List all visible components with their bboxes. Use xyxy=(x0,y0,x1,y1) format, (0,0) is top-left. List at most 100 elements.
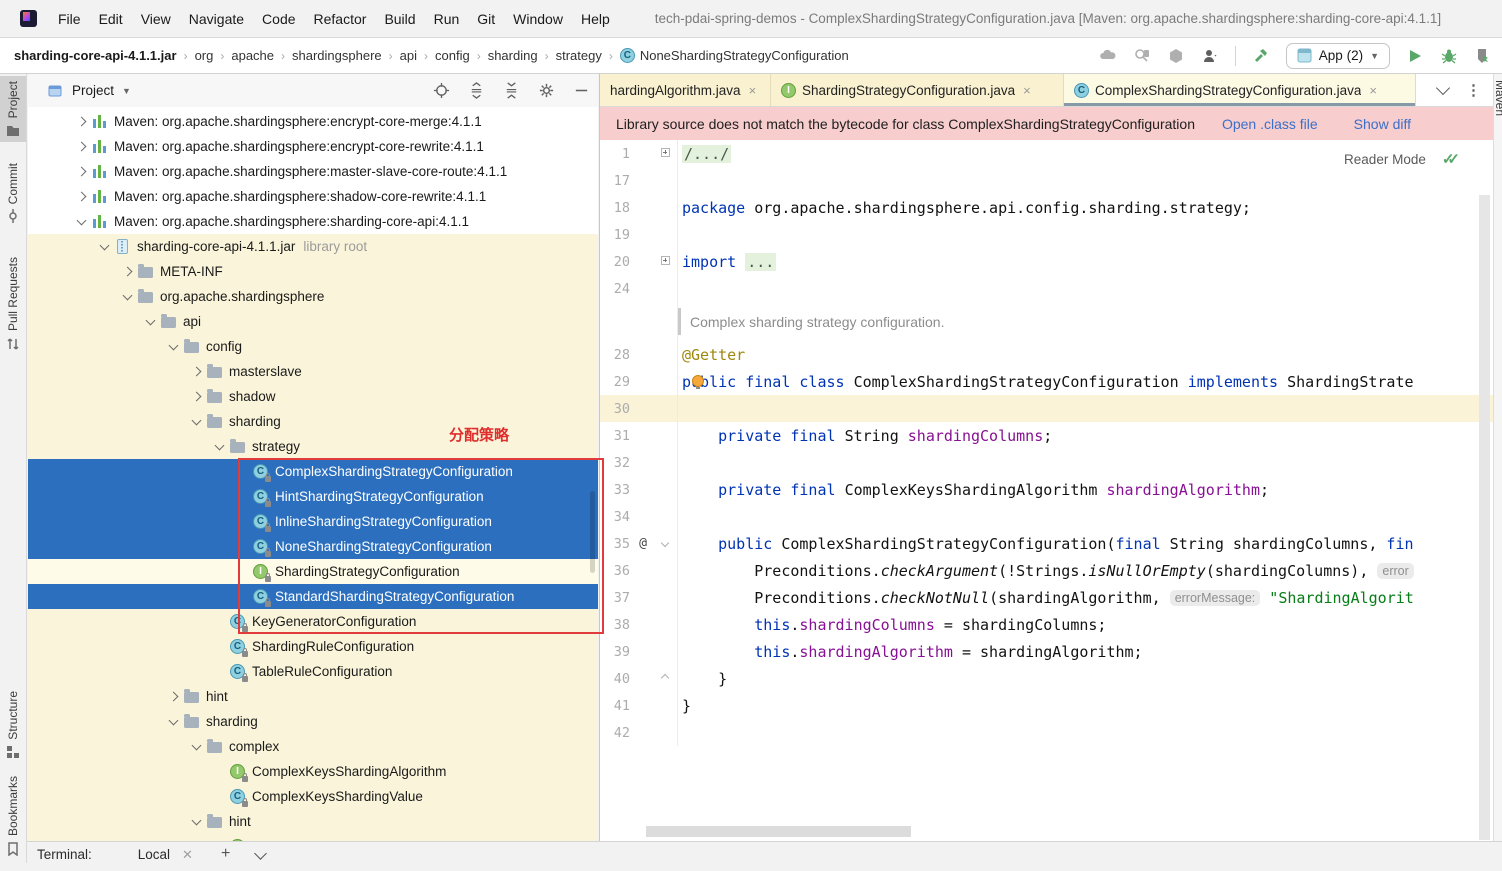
tab-options-icon[interactable]: ⋮ xyxy=(1466,81,1481,99)
tree-item[interactable]: sharding xyxy=(28,709,598,734)
editor-horizontal-scrollbar[interactable] xyxy=(646,826,911,837)
tree-item[interactable]: CKeyGeneratorConfiguration xyxy=(28,609,598,634)
chevron-right-icon[interactable] xyxy=(71,193,91,200)
reader-mode-toggle[interactable]: Reader Mode ✓✓ xyxy=(1340,148,1465,170)
inspections-ok-icon[interactable]: ✓✓ xyxy=(1442,150,1461,168)
tree-item[interactable]: CHintShardingStrategyConfiguration xyxy=(28,484,598,509)
banner-action-open-class-file[interactable]: Open .class file xyxy=(1222,116,1318,132)
breadcrumb-item[interactable]: CNoneShardingStrategyConfiguration xyxy=(620,48,849,63)
editor-tab[interactable]: hardingAlgorithm.java× xyxy=(600,74,771,106)
tree-item[interactable]: CNoneShardingStrategyConfiguration xyxy=(28,534,598,559)
close-icon[interactable]: × xyxy=(749,83,757,98)
settings-icon[interactable] xyxy=(537,82,555,100)
locate-icon[interactable] xyxy=(432,82,450,100)
editor-tab[interactable]: IShardingStrategyConfiguration.java× xyxy=(771,74,1064,106)
menu-file[interactable]: File xyxy=(49,0,90,38)
chevron-right-icon[interactable] xyxy=(71,143,91,150)
tree-item[interactable]: CShardingRuleConfiguration xyxy=(28,634,598,659)
tree-item[interactable]: hint xyxy=(28,684,598,709)
tree-item[interactable]: Maven: org.apache.shardingsphere:encrypt… xyxy=(28,109,598,134)
tree-item[interactable]: Maven: org.apache.shardingsphere:encrypt… xyxy=(28,134,598,159)
chevron-down-icon[interactable]: ▼ xyxy=(122,86,131,96)
menu-code[interactable]: Code xyxy=(253,0,304,38)
tree-item[interactable]: Maven: org.apache.shardingsphere:shadow-… xyxy=(28,184,598,209)
tree-item[interactable]: api xyxy=(28,309,598,334)
close-icon[interactable]: ✕ xyxy=(182,847,193,863)
menu-refactor[interactable]: Refactor xyxy=(305,0,376,38)
tree-item[interactable]: CStandardShardingStrategyConfiguration xyxy=(28,584,598,609)
terminal-tab-local[interactable]: Local xyxy=(138,847,170,862)
chevron-down-icon[interactable] xyxy=(163,720,183,724)
tree-scrollbar[interactable] xyxy=(590,491,595,573)
chevron-right-icon[interactable] xyxy=(186,368,206,375)
breadcrumb-item[interactable]: org xyxy=(195,48,214,63)
expand-all-icon[interactable] xyxy=(467,82,485,100)
tree-item[interactable]: strategy xyxy=(28,434,598,459)
chevron-right-icon[interactable] xyxy=(117,268,137,275)
sidebar-item-structure[interactable]: Structure xyxy=(0,686,26,764)
tree-item[interactable]: hint xyxy=(28,809,598,834)
tree-item[interactable]: IShardingStrategyConfiguration xyxy=(28,559,598,584)
menu-build[interactable]: Build xyxy=(375,0,424,38)
run-button-icon[interactable] xyxy=(1406,47,1424,65)
chevron-right-icon[interactable] xyxy=(186,393,206,400)
tree-item[interactable]: CTableRuleConfiguration xyxy=(28,659,598,684)
tree-item[interactable]: complex xyxy=(28,734,598,759)
breadcrumb-item[interactable]: sharding xyxy=(488,48,538,63)
tree-item[interactable]: IComplexKeysShardingAlgorithm xyxy=(28,759,598,784)
chevron-down-icon[interactable] xyxy=(209,445,229,449)
tree-item[interactable]: sharding-core-api-4.1.1.jarlibrary root xyxy=(28,234,598,259)
editor-vertical-scrollbar[interactable] xyxy=(1479,195,1490,840)
menu-navigate[interactable]: Navigate xyxy=(180,0,253,38)
chevron-down-icon[interactable] xyxy=(186,745,206,749)
chevron-down-icon[interactable] xyxy=(186,820,206,824)
chevron-down-icon[interactable] xyxy=(186,420,206,424)
coverage-button-icon[interactable] xyxy=(1474,47,1492,65)
fold-marker-icon[interactable] xyxy=(656,538,674,549)
banner-action-show-diff[interactable]: Show diff xyxy=(1354,116,1411,132)
menu-git[interactable]: Git xyxy=(468,0,504,38)
breadcrumb-item[interactable]: shardingsphere xyxy=(292,48,382,63)
chevron-down-icon[interactable] xyxy=(140,320,160,324)
code-editor[interactable]: Reader Mode ✓✓ 1/.../1718package org.apa… xyxy=(600,140,1493,840)
fold-marker-icon[interactable] xyxy=(656,673,674,684)
panel-title[interactable]: Project xyxy=(72,83,114,98)
breadcrumb-item[interactable]: config xyxy=(435,48,470,63)
new-terminal-icon[interactable]: + xyxy=(221,847,230,861)
intention-bulb-icon[interactable] xyxy=(692,375,704,387)
tree-item[interactable]: config xyxy=(28,334,598,359)
tree-item[interactable]: IHintShardingAlgorithm xyxy=(28,834,598,841)
tree-item[interactable]: META-INF xyxy=(28,259,598,284)
tree-item[interactable]: shadow xyxy=(28,384,598,409)
sidebar-item-pull-requests[interactable]: Pull Requests xyxy=(0,252,26,356)
tree-item[interactable]: CComplexKeysShardingValue xyxy=(28,784,598,809)
sidebar-item-bookmarks[interactable]: Bookmarks xyxy=(0,774,26,858)
menu-window[interactable]: Window xyxy=(504,0,572,38)
menu-help[interactable]: Help xyxy=(572,0,619,38)
tree-item[interactable]: org.apache.shardingsphere xyxy=(28,284,598,309)
chevron-down-icon[interactable] xyxy=(117,295,137,299)
maven-tool-button[interactable]: Maven xyxy=(1493,80,1502,116)
tree-item[interactable]: masterslave xyxy=(28,359,598,384)
breadcrumb-item[interactable]: apache xyxy=(231,48,274,63)
chevron-down-icon[interactable] xyxy=(94,245,114,249)
reader-mode-label[interactable]: Reader Mode xyxy=(1344,152,1426,167)
chevron-down-icon[interactable]: ▼ xyxy=(1370,51,1379,61)
chevron-down-icon[interactable] xyxy=(254,847,267,860)
cloud-icon[interactable] xyxy=(1099,47,1117,65)
chevron-down-icon[interactable] xyxy=(71,220,91,224)
breadcrumb-item[interactable]: strategy xyxy=(556,48,602,63)
search-everywhere-icon[interactable] xyxy=(1133,47,1151,65)
close-icon[interactable]: × xyxy=(1023,83,1031,98)
menu-view[interactable]: View xyxy=(132,0,180,38)
hide-icon[interactable] xyxy=(572,82,590,100)
collapse-all-icon[interactable] xyxy=(502,82,520,100)
sidebar-item-project[interactable]: Project xyxy=(0,76,26,142)
breadcrumb-item[interactable]: sharding-core-api-4.1.1.jar xyxy=(14,48,177,63)
build-hammer-icon[interactable] xyxy=(1252,47,1270,65)
breadcrumb-item[interactable]: api xyxy=(400,48,417,63)
run-configuration-widget[interactable]: App (2)▼ xyxy=(1286,43,1390,69)
chevron-right-icon[interactable] xyxy=(71,168,91,175)
chevron-right-icon[interactable] xyxy=(163,693,183,700)
hidden-tabs-icon[interactable] xyxy=(1436,81,1450,95)
